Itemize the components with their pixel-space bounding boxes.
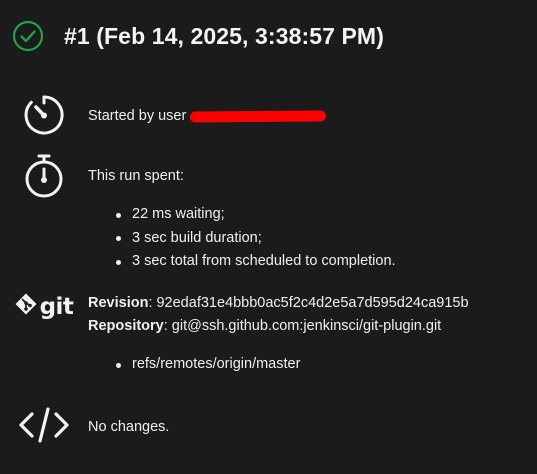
started-by-text: Started by user xyxy=(88,93,327,128)
build-page: #1 (Feb 14, 2025, 3:38:57 PM) Started by… xyxy=(0,0,537,474)
no-changes-text: No changes. xyxy=(88,419,170,435)
revision-label: Revision xyxy=(88,295,149,311)
timing-item-build: 3 sec build duration; xyxy=(116,227,396,251)
timing-item-waiting: 22 ms waiting; xyxy=(116,203,396,227)
code-icon xyxy=(0,406,88,444)
check-circle-icon xyxy=(12,20,44,52)
changes-row: No changes. xyxy=(0,406,169,444)
git-diamond-icon xyxy=(15,293,37,320)
git-logo: git xyxy=(0,292,88,320)
build-header: #1 (Feb 14, 2025, 3:38:57 PM) xyxy=(12,20,384,52)
git-content: Revision: 92edaf31e4bbb0ac5f2c4d2e5a7d59… xyxy=(88,292,469,377)
revision-value: : 92edaf31e4bbb0ac5f2c4d2e5a7d595d24ca91… xyxy=(148,295,469,311)
branch-list: refs/remotes/origin/master xyxy=(88,353,469,377)
revision-line: Revision: 92edaf31e4bbb0ac5f2c4d2e5a7d59… xyxy=(88,292,469,315)
timing-content: This run spent: 22 ms waiting; 3 sec bui… xyxy=(88,153,396,274)
timer-icon xyxy=(0,93,88,137)
git-row: git Revision: 92edaf31e4bbb0ac5f2c4d2e5a… xyxy=(0,292,469,377)
repository-line: Repository: git@ssh.github.com:jenkinsci… xyxy=(88,315,469,338)
git-logo-text: git xyxy=(39,293,74,320)
started-by-row: Started by user xyxy=(0,93,327,137)
redacted-username xyxy=(190,110,327,123)
timing-list: 22 ms waiting; 3 sec build duration; 3 s… xyxy=(88,203,396,274)
page-title: #1 (Feb 14, 2025, 3:38:57 PM) xyxy=(64,22,384,49)
repository-label: Repository xyxy=(88,318,164,334)
timing-row: This run spent: 22 ms waiting; 3 sec bui… xyxy=(0,153,396,274)
timing-heading: This run spent: xyxy=(88,168,184,184)
timing-item-total: 3 sec total from scheduled to completion… xyxy=(116,250,396,274)
stopwatch-icon xyxy=(0,153,88,199)
branch-item: refs/remotes/origin/master xyxy=(116,353,469,377)
started-by-label: Started by user xyxy=(88,108,187,124)
repository-value: : git@ssh.github.com:jenkinsci/git-plugi… xyxy=(163,318,442,334)
